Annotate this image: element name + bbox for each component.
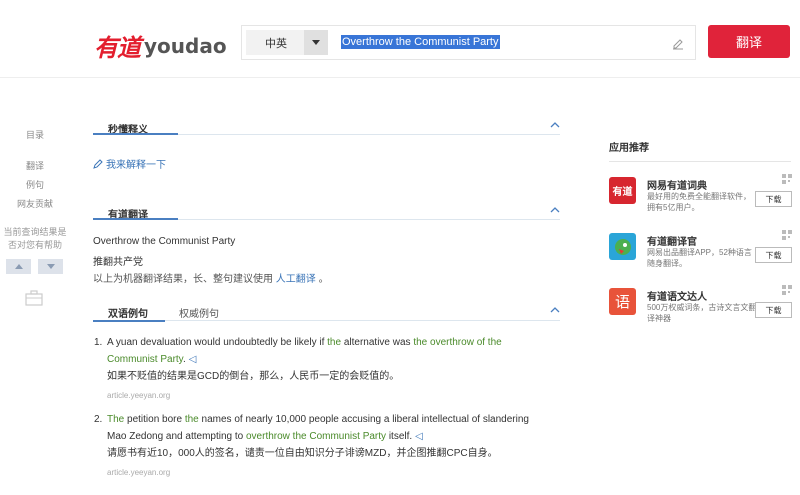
arrow-down-icon	[46, 264, 55, 269]
app-name[interactable]: 有道翻译官	[647, 233, 697, 248]
example-translation: 如果不贬值的结果是GCD的倒台，那么，人民币一定的会贬值的。	[107, 371, 400, 382]
app-name[interactable]: 有道语文达人	[647, 288, 707, 303]
explain-link[interactable]: 我来解释一下	[93, 156, 166, 171]
example-number: 2.	[94, 414, 103, 425]
translate-button[interactable]: 翻译	[708, 25, 790, 58]
search-box: 中英 Overthrow the Communist Party	[241, 25, 696, 60]
highlighted-term[interactable]: The	[107, 414, 124, 425]
edit-icon[interactable]	[671, 36, 685, 50]
feedback-votes	[6, 259, 63, 274]
example-source[interactable]: article.yeeyan.org	[107, 464, 547, 481]
speaker-icon[interactable]: ◁	[415, 431, 423, 442]
apps-title: 应用推荐	[609, 143, 649, 154]
example-sentence: A yuan devaluation would undoubtedly be …	[107, 334, 547, 368]
download-button[interactable]: 下载	[755, 247, 792, 263]
highlighted-term[interactable]: overthrow the Communist Party	[246, 431, 386, 442]
qr-code-icon[interactable]	[782, 174, 792, 184]
nav-item-examples[interactable]: 例句	[0, 176, 70, 195]
app-name[interactable]: 网易有道词典	[647, 177, 707, 192]
chevron-down-icon[interactable]	[304, 30, 328, 55]
logo-en-text: youdao	[144, 33, 227, 58]
app-item: 有道 网易有道词典 最好用的免费全能翻译软件，拥有5亿用户。 下载	[609, 174, 792, 222]
feedback-question: 当前查询结果是 否对您有帮助	[0, 226, 70, 252]
pencil-icon	[93, 158, 103, 169]
example-number: 1.	[94, 337, 103, 348]
download-button[interactable]: 下载	[755, 191, 792, 207]
top-header: 有道 youdao 中英 Overthrow the Communist Par…	[0, 0, 800, 78]
download-button[interactable]: 下载	[755, 302, 792, 318]
tab-bilingual-examples[interactable]: 双语例句	[93, 305, 165, 322]
highlighted-term[interactable]: the	[327, 337, 341, 348]
example-sentence: The petition bore the names of nearly 10…	[107, 411, 547, 445]
speaker-icon[interactable]: ◁	[189, 354, 197, 365]
human-translation-link[interactable]: 人工翻译	[276, 274, 316, 285]
left-catalog: 目录 翻译 例句 网友贡献	[0, 128, 70, 214]
app-description: 网易出品翻译APP，52种语言随身翻译。	[647, 248, 752, 268]
sentence-text: .	[182, 354, 186, 365]
feedback-line-1: 当前查询结果是	[3, 227, 67, 237]
nav-item-translate[interactable]: 翻译	[0, 157, 70, 176]
app-item: 语 有道语文达人 500万权威词条，古诗文言文翻译神器 下载	[609, 285, 792, 333]
qr-code-icon[interactable]	[782, 230, 792, 240]
chinese-app-icon[interactable]: 语	[609, 288, 636, 315]
section-quick-meaning: 秒懂释义	[93, 121, 560, 136]
search-input[interactable]: Overthrow the Communist Party	[341, 35, 500, 49]
sentence-text: A yuan devaluation would undoubtedly be …	[107, 337, 328, 348]
language-select[interactable]: 中英	[246, 30, 328, 55]
note-suffix: 。	[318, 274, 329, 285]
qr-code-icon[interactable]	[782, 285, 792, 295]
vote-down-button[interactable]	[38, 259, 63, 274]
collapse-chevron-icon[interactable]	[550, 121, 560, 129]
app-description: 500万权威词条，古诗文言文翻译神器	[647, 303, 757, 323]
sentence-text: alternative was	[341, 337, 414, 348]
vote-up-button[interactable]	[6, 259, 31, 274]
example-translation: 请愿书有近10，000人的签名，谴责一位自由知识分子诽谤MZD，并企图推翻CPC…	[107, 448, 498, 459]
example-source[interactable]: article.yeeyan.org	[107, 387, 547, 404]
translation-source: Overthrow the Communist Party	[93, 236, 236, 247]
examples-tabs: 双语例句 权威例句	[93, 303, 560, 322]
highlighted-term[interactable]: the	[185, 414, 199, 425]
translation-result: 推翻共产党	[93, 257, 143, 268]
example-item: 2. The petition bore the names of nearly…	[94, 411, 547, 481]
dictionary-app-icon[interactable]: 有道	[609, 177, 636, 204]
catalog-title: 目录	[25, 130, 44, 140]
app-item: 有道翻译官 网易出品翻译APP，52种语言随身翻译。 下载	[609, 230, 792, 278]
machine-translation-note: 以上为机器翻译结果，长、整句建议使用 人工翻译 。	[93, 270, 329, 285]
logo-cn-text: 有道	[94, 33, 141, 62]
collapse-chevron-icon[interactable]	[550, 306, 560, 314]
parrot-app-icon[interactable]	[609, 233, 636, 260]
divider	[609, 161, 791, 162]
example-item: 1. A yuan devaluation would undoubtedly …	[94, 334, 547, 404]
youdao-logo[interactable]: 有道 youdao	[94, 28, 227, 63]
tab-authoritative-examples[interactable]: 权威例句	[179, 305, 219, 320]
explain-link-text: 我来解释一下	[106, 160, 166, 171]
arrow-up-icon	[14, 264, 23, 269]
feedback-line-2: 否对您有帮助	[7, 240, 62, 250]
sentence-text: petition bore	[124, 414, 185, 425]
section-youdao-translation: 有道翻译	[93, 206, 560, 221]
language-select-label: 中英	[265, 37, 287, 50]
briefcase-icon[interactable]	[25, 290, 43, 306]
note-prefix: 以上为机器翻译结果，长、整句建议使用	[93, 274, 273, 285]
collapse-chevron-icon[interactable]	[550, 206, 560, 214]
nav-item-contributions[interactable]: 网友贡献	[0, 195, 70, 214]
sentence-text: itself.	[386, 431, 413, 442]
app-description: 最好用的免费全能翻译软件，拥有5亿用户。	[647, 192, 751, 212]
